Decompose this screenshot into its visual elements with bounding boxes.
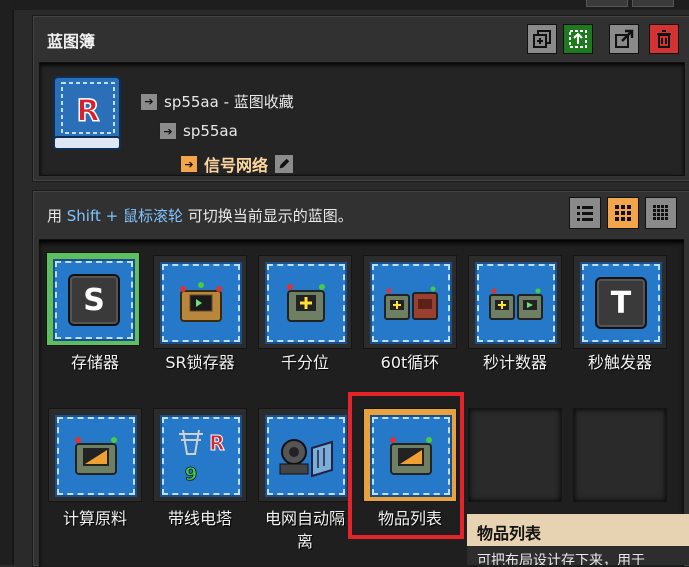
- svg-text:R: R: [76, 94, 99, 129]
- blueprint-label: 带线电塔: [167, 509, 232, 528]
- arrow-right-icon: ➔: [159, 122, 177, 140]
- tooltip-body-text: 可把布局设计存下来，用于: [477, 553, 645, 565]
- letter-t-icon: T: [595, 277, 647, 329]
- blueprint-label: 计算原料: [62, 509, 127, 528]
- blueprint-book-panel: 蓝图簿 R ➔ sp55aa - 蓝图收藏 ➔ sp55aa ➔ 信号网络: [32, 15, 689, 182]
- hint-key: Shift + 鼠标滚轮: [66, 207, 183, 225]
- blueprint-slot[interactable]: [363, 255, 457, 349]
- tooltip: 物品列表 可把布局设计存下来，用于: [467, 514, 689, 565]
- export-button[interactable]: [609, 24, 639, 54]
- blueprint-label: 秒触发器: [587, 353, 652, 372]
- small-grid-view-button[interactable]: [645, 197, 677, 229]
- scroll-hint: 用 Shift + 鼠标滚轮 可切换当前显示的蓝图。: [47, 205, 353, 226]
- breadcrumb-label: sp55aa - 蓝图收藏: [164, 93, 294, 111]
- blueprint-label: 电网自动隔: [264, 509, 345, 528]
- arrow-right-icon: ➔: [180, 155, 198, 173]
- select-area-button[interactable]: [563, 24, 593, 54]
- copy-icon: [533, 30, 551, 48]
- blueprint-slot[interactable]: [468, 255, 562, 349]
- svg-text:9: 9: [185, 464, 198, 485]
- empty-slot[interactable]: [573, 408, 667, 502]
- delete-button[interactable]: [649, 24, 679, 54]
- combinator-pair-icon: [489, 288, 543, 320]
- blueprint-label: 千分位: [280, 353, 329, 372]
- trash-icon: [657, 30, 671, 48]
- small-grid-view-icon: [653, 205, 668, 220]
- highlight-box: [348, 392, 464, 539]
- tooltip-title: 物品列表: [477, 524, 542, 543]
- letter-s-icon: S: [68, 274, 120, 326]
- hint-suffix: 可切换当前显示的蓝图。: [182, 207, 353, 225]
- power-switch-icon: [279, 439, 333, 478]
- left-edge-panel: [0, 0, 14, 565]
- arrow-right-icon: ➔: [140, 92, 158, 111]
- combinator-pair-icon: [384, 286, 438, 320]
- grid-view-icon: [615, 205, 631, 221]
- breadcrumb-item[interactable]: ➔ sp55aa - 蓝图收藏: [140, 91, 294, 112]
- select-area-icon: [569, 30, 587, 48]
- blueprint-slot[interactable]: S: [46, 252, 140, 346]
- empty-slot[interactable]: [468, 408, 562, 502]
- blueprint-slot[interactable]: [153, 255, 247, 349]
- tooltip-body: 可把布局设计存下来，用于: [467, 546, 689, 565]
- blueprint-label: 存储器: [70, 353, 119, 372]
- blueprint-slot[interactable]: R 9: [153, 408, 247, 502]
- breadcrumb-current[interactable]: ➔ 信号网络: [180, 152, 295, 176]
- export-icon: [615, 29, 634, 48]
- list-view-icon: [577, 206, 593, 221]
- display-panel-icon: [75, 437, 117, 475]
- book-info-area: R ➔ sp55aa - 蓝图收藏 ➔ sp55aa ➔ 信号网络: [39, 62, 685, 176]
- list-view-button[interactable]: [569, 197, 601, 229]
- programmable-speaker-icon: [180, 282, 222, 322]
- breadcrumb-label: sp55aa: [183, 122, 238, 140]
- top-strip: [12, 0, 689, 10]
- breadcrumb-item[interactable]: ➔ sp55aa: [159, 122, 238, 140]
- blueprint-slot[interactable]: [258, 408, 352, 502]
- grid-view-button[interactable]: [607, 197, 639, 229]
- edit-pencil-icon[interactable]: [274, 154, 295, 174]
- blueprint-slot[interactable]: [258, 255, 352, 349]
- blueprint-label: 60t循环: [380, 353, 440, 372]
- hint-prefix: 用: [47, 207, 67, 225]
- power-pole-icon: R 9: [179, 429, 225, 485]
- blueprint-label-line2: 离: [296, 532, 313, 551]
- copy-button[interactable]: [527, 24, 557, 54]
- breadcrumb-label: 信号网络: [204, 156, 269, 175]
- blueprint-slot[interactable]: [48, 408, 142, 502]
- blueprint-label: SR锁存器: [165, 353, 235, 372]
- blueprint-book-icon[interactable]: R: [52, 75, 122, 151]
- arithmetic-combinator-icon: [287, 284, 325, 322]
- panel-title: 蓝图簿: [47, 32, 96, 51]
- blueprint-slot[interactable]: T: [573, 255, 667, 349]
- blueprint-label: 秒计数器: [482, 353, 547, 372]
- svg-text:R: R: [209, 431, 224, 455]
